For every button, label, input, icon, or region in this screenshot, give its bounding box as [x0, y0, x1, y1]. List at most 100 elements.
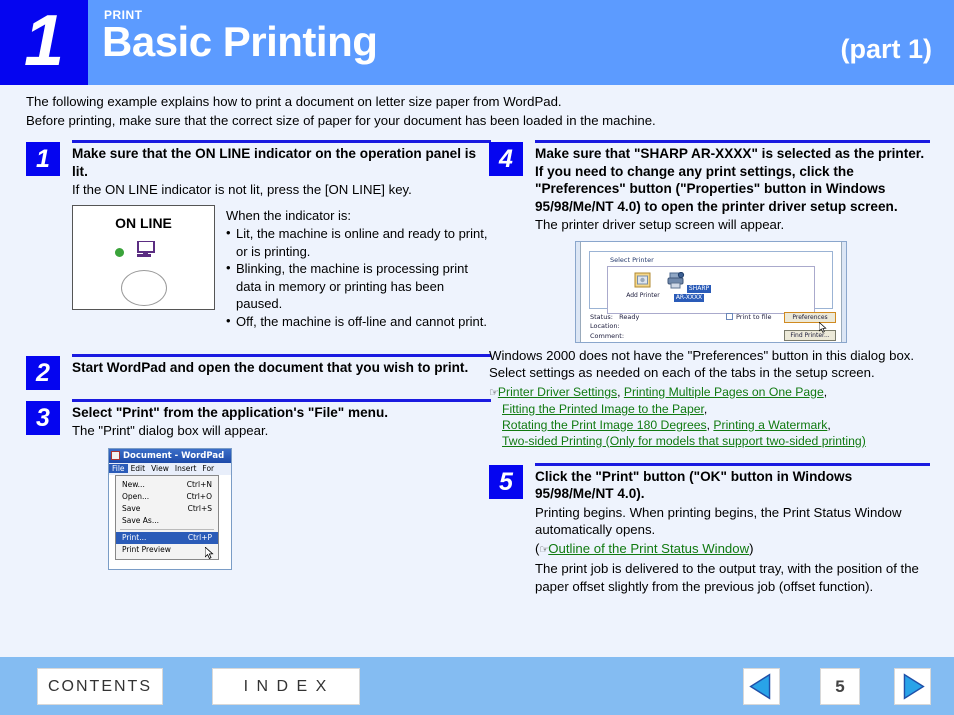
step-2: 2 Start WordPad and open the document th… [26, 354, 491, 390]
next-page-arrow-icon [903, 673, 925, 700]
contents-button[interactable]: CONTENTS [37, 668, 163, 705]
step-number-badge: 1 [26, 142, 60, 176]
monitor-icon [137, 240, 155, 257]
menu-item-new[interactable]: New... Ctrl+N [116, 479, 218, 491]
menu-item-label: Print... [122, 533, 147, 542]
step-number-badge: 4 [489, 142, 523, 176]
link-row-3: Rotating the Print Image 180 Degrees, Pr… [502, 417, 831, 432]
step-text: Printing begins. When printing begins, t… [535, 504, 902, 538]
step-divider [72, 398, 491, 402]
right-column: 4 Make sure that "SHARP AR-XXXX" is sele… [489, 140, 930, 609]
step-number-badge: 3 [26, 400, 60, 435]
online-button-icon [120, 269, 167, 306]
sharp-printer-label-2: AR-XXXX [673, 293, 705, 302]
step4-note-text: Windows 2000 does not have the "Preferen… [489, 347, 915, 381]
online-panel-illustration: ON LINE [72, 204, 215, 310]
find-printer-button[interactable]: Find Printer... [784, 329, 836, 341]
print-to-file-label: Print to file [736, 312, 772, 321]
wordpad-app-icon [111, 451, 120, 460]
chapter-number: 1 [0, 0, 88, 85]
step-heading: Make sure that the ON LINE indicator on … [72, 146, 477, 179]
menu-item-save-as[interactable]: Save As... [116, 515, 218, 527]
step-text: If the ON LINE indicator is not lit, pre… [72, 182, 412, 197]
wordpad-title-text: Document - WordPad [123, 450, 225, 461]
sharp-printer-label-1: SHARP [686, 284, 712, 293]
link-fitting-printed-image[interactable]: Fitting the Printed Image to the Paper [502, 402, 704, 416]
step-divider [72, 354, 491, 357]
step-4: 4 Make sure that "SHARP AR-XXXX" is sele… [489, 140, 930, 449]
step-number-badge: 5 [489, 464, 523, 499]
list-item: Off, the machine is off-line and cannot … [226, 312, 491, 331]
menu-file[interactable]: File [109, 464, 128, 473]
next-page-button[interactable] [894, 668, 931, 705]
menu-item-shortcut: Ctrl+O [186, 492, 212, 501]
step-number-badge: 2 [26, 356, 60, 390]
list-item: Blinking, the machine is processing prin… [226, 259, 491, 313]
menu-insert[interactable]: Insert [172, 464, 200, 473]
menu-item-save[interactable]: Save Ctrl+S [116, 503, 218, 515]
step-heading: Click the "Print" button ("OK" button in… [535, 468, 853, 502]
checkbox-icon [726, 313, 733, 320]
menu-item-print-preview[interactable]: Print Preview [116, 544, 218, 556]
wordpad-menubar: File Edit View Insert For [109, 462, 231, 475]
dialog-right-edge [841, 241, 846, 342]
add-printer-icon [634, 272, 651, 287]
menu-edit[interactable]: Edit [128, 464, 149, 473]
mouse-cursor-icon [819, 321, 827, 333]
menu-view[interactable]: View [148, 464, 172, 473]
page-header: 1 PRINT Basic Printing (part 1) [0, 0, 954, 85]
menu-separator [120, 528, 214, 530]
link-printing-watermark[interactable]: Printing a Watermark [713, 418, 827, 432]
left-column: 1 Make sure that the ON LINE indicator o… [26, 140, 491, 584]
print-to-file-checkbox[interactable]: Print to file [726, 313, 772, 321]
link-outline-print-status-window[interactable]: Outline of the Print Status Window [548, 541, 749, 556]
step5-link-row: (☞Outline of the Print Status Window) [535, 540, 754, 556]
footer-navbar: CONTENTS I N D E X 5 [0, 657, 954, 715]
mouse-cursor-icon [205, 546, 214, 559]
status-row: Status: Ready [590, 313, 639, 323]
link-two-sided-printing[interactable]: Two-sided Printing (Only for models that… [502, 434, 866, 448]
location-label: Location: [590, 322, 620, 330]
online-indicator-figure: ON LINE When the indicator is: Lit, the … [72, 204, 491, 331]
select-printer-label: Select Printer [608, 255, 656, 264]
step-5: 5 Click the "Print" button ("OK" button … [489, 462, 930, 596]
step-divider [72, 140, 491, 143]
step-3: 3 Select "Print" from the application's … [26, 398, 491, 570]
step-heading: Select "Print" from the application's "F… [72, 404, 389, 420]
dialog-left-edge [576, 241, 581, 342]
step-divider [535, 462, 930, 466]
comment-label: Comment: [590, 331, 625, 340]
previous-page-button[interactable] [743, 668, 780, 705]
step-1: 1 Make sure that the ON LINE indicator o… [26, 140, 491, 330]
select-printer-group: Select Printer Add Printer SHARP AR-XXXX [589, 250, 833, 314]
link-printer-driver-settings[interactable]: Printer Driver Settings [498, 385, 617, 399]
sharp-printer-item[interactable]: SHARP AR-XXXX [660, 271, 718, 302]
step-text: The "Print" dialog box will appear. [72, 423, 269, 438]
menu-item-label: New... [122, 480, 145, 489]
link-row-1: ☞Printer Driver Settings, Printing Multi… [489, 384, 828, 399]
menu-item-label: Save [122, 504, 141, 513]
index-button[interactable]: I N D E X [212, 668, 360, 705]
menu-item-open[interactable]: Open... Ctrl+O [116, 491, 218, 503]
step-heading: Start WordPad and open the document that… [72, 360, 469, 375]
menu-item-label: Open... [122, 492, 150, 501]
menu-item-shortcut: Ctrl+N [186, 480, 212, 489]
menu-item-label: Save As... [122, 516, 159, 525]
menu-item-label: Print Preview [122, 545, 171, 554]
page-title: Basic Printing [102, 18, 378, 65]
header-part-label: (part 1) [840, 34, 932, 64]
pointing-hand-icon: ☞ [539, 543, 549, 556]
menu-item-shortcut: Ctrl+P [187, 533, 212, 542]
previous-page-arrow-icon [749, 673, 771, 700]
list-item: Lit, the machine is online and ready to … [226, 224, 491, 260]
link-printing-multiple-pages[interactable]: Printing Multiple Pages on One Page [624, 385, 824, 399]
menu-format[interactable]: For [199, 464, 217, 473]
print-dialog-screenshot: Select Printer Add Printer SHARP AR-XXXX… [575, 240, 847, 343]
link-rotating-print-image[interactable]: Rotating the Print Image 180 Degrees [502, 418, 707, 432]
intro-line-2: Before printing, make sure that the corr… [26, 113, 656, 128]
link-row-2: Fitting the Printed Image to the Paper, [502, 401, 708, 416]
page-number: 5 [820, 668, 860, 705]
menu-item-print[interactable]: Print... Ctrl+P [116, 531, 218, 544]
preferences-button[interactable]: Preferences [784, 311, 836, 323]
online-led-icon [115, 247, 124, 257]
